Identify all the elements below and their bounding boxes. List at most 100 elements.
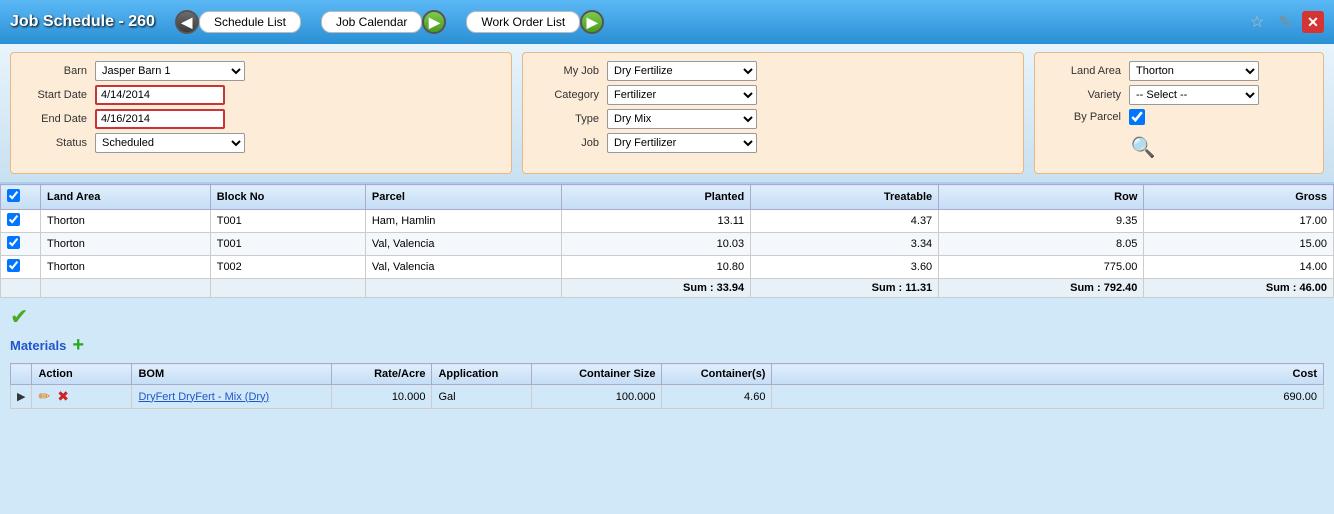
variety-row: Variety -- Select -- [1045,85,1313,105]
page-title: Job Schedule - 260 [10,13,155,31]
star-icon[interactable]: ☆ [1246,11,1268,33]
col-treatable: Treatable [751,185,939,210]
row-checkbox[interactable] [7,236,20,249]
type-select[interactable]: Dry Mix [607,109,757,129]
status-label: Status [21,137,91,149]
mat-col-bom: BOM [132,364,332,385]
mat-col-action: Action [32,364,132,385]
barn-row: Barn Jasper Barn 1 [21,61,501,81]
table-row: Thorton T001 Val, Valencia 10.03 3.34 8.… [1,233,1334,256]
select-all-checkbox[interactable] [7,189,20,202]
row-land-area: Thorton [41,233,211,256]
sum-treatable: Sum : 11.31 [751,279,939,298]
delete-button[interactable]: ✖ [57,388,69,404]
variety-label: Variety [1045,89,1125,101]
type-label: Type [533,113,603,125]
materials-header: Materials + [10,334,1324,357]
header-icons: ☆ ✎ ✕ [1246,11,1324,33]
form-area: Barn Jasper Barn 1 Start Date End Date S… [0,44,1334,184]
row-land-area: Thorton [41,210,211,233]
row-checkbox-cell[interactable] [1,210,41,233]
row-gross: 15.00 [1144,233,1334,256]
table-row: Thorton T001 Ham, Hamlin 13.11 4.37 9.35… [1,210,1334,233]
close-icon[interactable]: ✕ [1302,11,1324,33]
work-order-list-nav[interactable]: Work Order List ▶ [466,10,604,34]
status-select[interactable]: Scheduled [95,133,245,153]
work-order-list-label[interactable]: Work Order List [466,11,580,33]
variety-select[interactable]: -- Select -- [1129,85,1259,105]
form-middle-section: My Job Dry Fertilize Category Fertilizer… [522,52,1024,174]
end-date-input[interactable] [95,109,225,129]
bottom-section: ✔ Materials + Action BOM Rate/Acre Appli… [0,298,1334,415]
col-parcel: Parcel [365,185,561,210]
col-checkbox [1,185,41,210]
row-treatable: 4.37 [751,210,939,233]
row-parcel: Val, Valencia [365,233,561,256]
col-planted: Planted [561,185,751,210]
row-planted: 13.11 [561,210,751,233]
job-select[interactable]: Dry Fertilizer [607,133,757,153]
list-item: ▶ ✏ ✖ DryFert DryFert - Mix (Dry) 10.000… [11,385,1324,409]
land-area-select[interactable]: Thorton [1129,61,1259,81]
row-row: 8.05 [939,233,1144,256]
row-block-no: T002 [210,256,365,279]
mat-rate-cell: 10.000 [332,385,432,409]
end-date-label: End Date [21,113,91,125]
row-parcel: Ham, Hamlin [365,210,561,233]
start-date-input[interactable] [95,85,225,105]
row-treatable: 3.60 [751,256,939,279]
search-icon[interactable]: 🔍 [1129,133,1157,161]
job-calendar-right-arrow[interactable]: ▶ [422,10,446,34]
barn-label: Barn [21,65,91,77]
schedule-list-left-arrow[interactable]: ◀ [175,10,199,34]
status-row: Status Scheduled [21,133,501,153]
end-date-row: End Date [21,109,501,129]
by-parcel-checkbox[interactable] [1129,109,1145,125]
land-area-label: Land Area [1045,65,1125,77]
job-label: Job [533,137,603,149]
mat-col-arrow [11,364,32,385]
col-gross: Gross [1144,185,1334,210]
checkmark-icon[interactable]: ✔ [10,304,1324,330]
col-block-no: Block No [210,185,365,210]
category-row: Category Fertilizer [533,85,1013,105]
row-treatable: 3.34 [751,233,939,256]
edit-button[interactable]: ✏ [38,388,50,404]
job-calendar-nav[interactable]: Job Calendar ▶ [321,10,446,34]
mat-action-cell: ✏ ✖ [32,385,132,409]
expand-arrow[interactable]: ▶ [11,385,32,409]
schedule-list-nav[interactable]: ◀ Schedule List [175,10,301,34]
barn-select[interactable]: Jasper Barn 1 [95,61,245,81]
mat-bom-cell: DryFert DryFert - Mix (Dry) [132,385,332,409]
add-material-icon[interactable]: + [72,334,84,357]
bom-link[interactable]: DryFert DryFert - Mix (Dry) [138,391,269,403]
materials-label: Materials [10,338,66,353]
edit-icon[interactable]: ✎ [1274,11,1296,33]
category-select[interactable]: Fertilizer [607,85,757,105]
row-checkbox-cell[interactable] [1,256,41,279]
land-area-row: Land Area Thorton [1045,61,1313,81]
row-block-no: T001 [210,210,365,233]
row-land-area: Thorton [41,256,211,279]
row-checkbox-cell[interactable] [1,233,41,256]
schedule-list-label[interactable]: Schedule List [199,11,301,33]
by-parcel-label: By Parcel [1045,111,1125,123]
mat-container-size-cell: 100.000 [532,385,662,409]
job-calendar-label[interactable]: Job Calendar [321,11,422,33]
mat-col-container-size: Container Size [532,364,662,385]
form-left-section: Barn Jasper Barn 1 Start Date End Date S… [10,52,512,174]
mat-col-containers: Container(s) [662,364,772,385]
work-order-list-right-arrow[interactable]: ▶ [580,10,604,34]
row-row: 775.00 [939,256,1144,279]
header: Job Schedule - 260 ◀ Schedule List Job C… [0,0,1334,44]
mat-cost-cell: 690.00 [772,385,1324,409]
sum-gross: Sum : 46.00 [1144,279,1334,298]
my-job-label: My Job [533,65,603,77]
my-job-select[interactable]: Dry Fertilize [607,61,757,81]
row-row: 9.35 [939,210,1144,233]
start-date-label: Start Date [21,89,91,101]
row-checkbox[interactable] [7,259,20,272]
row-parcel: Val, Valencia [365,256,561,279]
job-row: Job Dry Fertilizer [533,133,1013,153]
row-checkbox[interactable] [7,213,20,226]
